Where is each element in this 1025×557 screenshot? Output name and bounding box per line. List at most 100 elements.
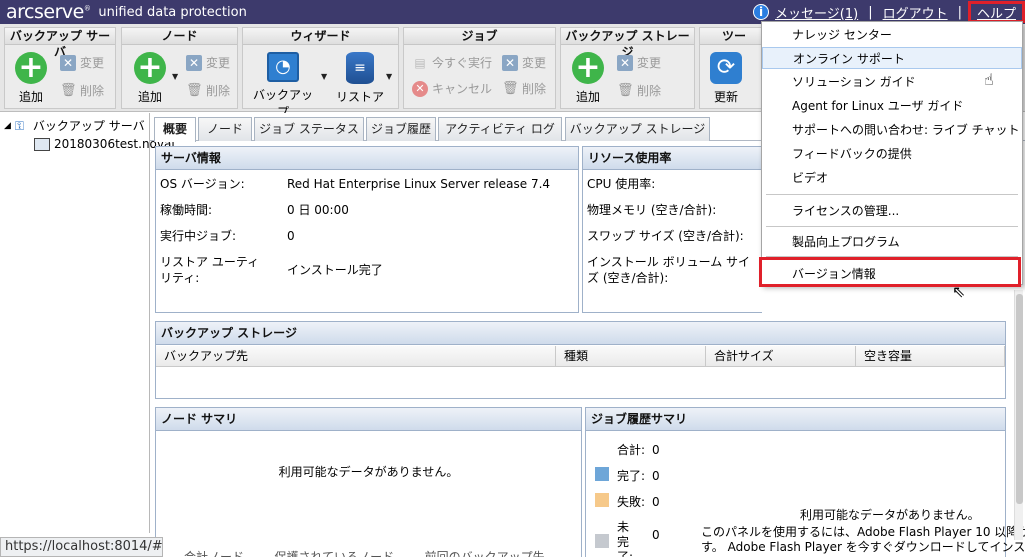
refresh-button[interactable]: ⟳ 更新 — [708, 52, 744, 105]
help-menu-button[interactable]: ヘルプ — [967, 1, 1025, 23]
backup-storage-group: バックアップ ストレージ + 追加 ✕ 変更 🗑 削除 — [560, 27, 695, 109]
product-name: unified data protection — [98, 4, 247, 20]
backup-wizard-button[interactable]: ◔ バックアップ — [249, 52, 317, 120]
menu-item-online-support[interactable]: オンライン サポート — [762, 47, 1022, 69]
group-title: ツー — [700, 28, 768, 45]
total-value: 0 — [652, 443, 660, 457]
menu-item-video[interactable]: ビデオ — [762, 167, 1022, 189]
delete-job-button[interactable]: 🗑 削除 — [502, 80, 546, 97]
flash-required-message: このパネルを使用するには、Adobe Flash Player 10 以降が — [701, 525, 1025, 539]
flash-download-message: す。 Adobe Flash Player を今すぐダウンロードしてインス — [701, 540, 1025, 554]
panel-title: バックアップ ストレージ — [156, 322, 1005, 345]
edit-x-icon: ✕ — [186, 54, 202, 71]
backup-server-group: バックアップ サーバ + 追加 ✕ 変更 🗑 削除 — [4, 27, 116, 109]
scrollbar-thumb[interactable] — [1016, 294, 1023, 504]
delete-storage-button[interactable]: 🗑 削除 — [617, 82, 661, 99]
group-title: ジョブ — [404, 28, 555, 45]
trash-icon: 🗑 — [617, 82, 634, 98]
trash-icon: 🗑 — [60, 82, 77, 98]
tab-nodes[interactable]: ノード — [198, 117, 252, 141]
cpu-usage-label: CPU 使用率: — [587, 177, 656, 191]
vertical-scrollbar[interactable] — [1014, 290, 1023, 540]
uptime-value: 0 日 00:00 — [287, 203, 349, 217]
menu-item-agent-linux-guide[interactable]: Agent for Linux ユーザ ガイド — [762, 95, 1022, 117]
run-now-button[interactable]: ▤ 今すぐ実行 — [412, 54, 492, 71]
incomplete-value: 0 — [652, 528, 660, 542]
help-dropdown-menu: ナレッジ センター オンライン サポート ソリューション ガイド Agent f… — [761, 21, 1023, 285]
job-history-summary-panel: ジョブ履歴サマリ 合計: 0 完了: 0 失敗: 0 未完了: 0 利用可能なデ… — [585, 407, 1025, 557]
menu-item-solution-guide[interactable]: ソリューション ガイド — [762, 71, 1022, 93]
database-icon: ≡ — [346, 52, 374, 84]
node-group: ノード + 追加 ▼ ✕ 変更 🗑 削除 — [121, 27, 238, 109]
cancel-job-button[interactable]: ✕ キャンセル — [412, 80, 492, 97]
failed-label: 失敗: — [617, 495, 646, 509]
modify-storage-button[interactable]: ✕ 変更 — [617, 54, 661, 71]
menu-item-license-management[interactable]: ライセンスの管理... — [762, 200, 1022, 222]
running-jobs-label: 実行中ジョブ: — [160, 229, 237, 243]
chevron-down-icon[interactable]: ▼ — [172, 72, 178, 81]
chevron-down-icon[interactable]: ▼ — [321, 72, 327, 81]
edit-x-icon: ✕ — [60, 54, 76, 71]
panel-title: ノード サマリ — [156, 408, 581, 431]
os-version-value: Red Hat Enterprise Linux Server release … — [287, 177, 551, 191]
add-storage-button[interactable]: + 追加 — [570, 52, 606, 105]
restore-utility-value: インストール完了 — [287, 263, 383, 277]
plus-icon: + — [15, 52, 47, 84]
plus-icon: + — [572, 52, 604, 84]
no-data-message: 利用可能なデータがありません。 — [278, 465, 459, 479]
restore-utility-label: リストア ユーティリティ: — [160, 255, 260, 285]
menu-separator — [766, 226, 1018, 227]
panel-title: サーバ情報 — [156, 147, 578, 170]
server-info-panel: サーバ情報 OS バージョン: Red Hat Enterprise Linux… — [155, 146, 579, 313]
node-summary-columns: 合計ノード 保護されているノード 前回のバックアップ失 — [184, 550, 545, 557]
add-server-button[interactable]: + 追加 — [13, 52, 49, 105]
arcserve-logo: arcserve® — [6, 1, 91, 23]
running-jobs-value: 0 — [287, 229, 295, 243]
tab-job-history[interactable]: ジョブ履歴 — [366, 117, 436, 141]
modify-server-button[interactable]: ✕ 変更 — [60, 54, 104, 71]
node-summary-panel: ノード サマリ 利用可能なデータがありません。 合計ノード 保護されているノード… — [155, 407, 582, 557]
cancel-icon: ✕ — [412, 80, 428, 97]
tab-overview[interactable]: 概要 — [154, 117, 196, 142]
restore-wizard-button[interactable]: ≡ リストア — [335, 52, 385, 105]
tab-backup-storage[interactable]: バックアップ ストレージ — [565, 117, 710, 141]
physical-memory-label: 物理メモリ (空き/合計): — [587, 203, 717, 217]
column-header[interactable]: 合計サイズ — [706, 346, 856, 367]
chevron-down-icon[interactable]: ▼ — [386, 72, 392, 81]
failed-legend-swatch — [595, 493, 609, 507]
tab-activity-log[interactable]: アクティビティ ログ — [438, 117, 562, 141]
menu-item-knowledge-center[interactable]: ナレッジ センター — [762, 24, 1022, 46]
column-header[interactable]: 空き容量 — [856, 346, 1005, 367]
menu-item-feedback[interactable]: フィードバックの提供 — [762, 143, 1022, 165]
delete-node-button[interactable]: 🗑 削除 — [186, 82, 230, 99]
total-label: 合計: — [617, 443, 646, 457]
server-tree: ◢ ⚿ バックアップ サーバ 20180306test.noval — [0, 113, 175, 533]
menu-item-improvement-program[interactable]: 製品向上プログラム — [762, 231, 1022, 253]
swap-size-label: スワップ サイズ (空き/合計): — [587, 229, 744, 243]
completed-value: 0 — [652, 469, 660, 483]
version-info-highlight — [759, 257, 1021, 287]
backup-storage-panel: バックアップ ストレージ バックアップ先 種類 合計サイズ 空き容量 — [155, 321, 1006, 399]
incomplete-label: 未完了: — [617, 520, 634, 557]
tab-job-status[interactable]: ジョブ ステータス — [254, 117, 364, 141]
completed-legend-swatch — [595, 467, 609, 481]
modify-job-button[interactable]: ✕ 変更 — [502, 54, 546, 71]
modify-node-button[interactable]: ✕ 変更 — [186, 54, 230, 71]
messages-link[interactable]: メッセージ(1) — [775, 3, 858, 22]
tree-node-backup-servers[interactable]: ◢ ⚿ バックアップ サーバ — [4, 117, 145, 134]
column-header[interactable]: バックアップ先 — [156, 346, 556, 367]
menu-item-live-chat[interactable]: サポートへの問い合わせ: ライブ チャット — [762, 119, 1022, 141]
logout-link[interactable]: ログアウト — [883, 3, 948, 22]
job-group: ジョブ ▤ 今すぐ実行 ✕ 変更 ✕ キャンセル 🗑 削除 — [403, 27, 556, 109]
plus-icon: + — [134, 52, 166, 84]
delete-server-button[interactable]: 🗑 削除 — [60, 82, 104, 99]
add-node-button[interactable]: + 追加 — [132, 52, 168, 105]
menu-separator — [766, 194, 1018, 195]
expand-triangle-icon[interactable]: ◢ — [4, 121, 11, 131]
info-icon: i — [753, 4, 770, 20]
failed-value: 0 — [652, 495, 660, 509]
trash-icon: 🗑 — [502, 80, 519, 96]
group-title: ノード — [122, 28, 237, 45]
os-version-label: OS バージョン: — [160, 177, 245, 191]
column-header[interactable]: 種類 — [556, 346, 706, 367]
